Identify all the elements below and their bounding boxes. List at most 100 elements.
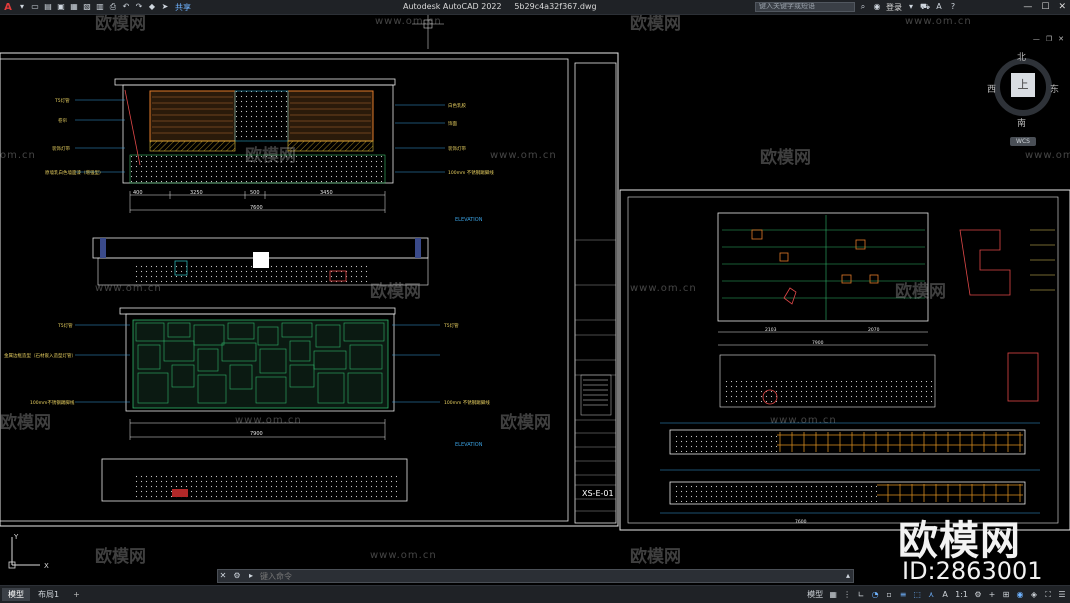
menu-icon[interactable]: ☰ xyxy=(1058,590,1066,599)
status-bar: 模型 布局1 + 模型 ▦ ⋮ ∟ ◔ ▫ ≡ ⬚ ⋏ A 1:1 ⚙ + ⊞ … xyxy=(0,585,1070,603)
elevation-label: ELEVATION xyxy=(455,217,483,223)
command-line: ✕ ⚙ ▸ ▴ xyxy=(217,569,854,583)
window-title: Autodesk AutoCAD 2022 5b29c4a32f367.dwg xyxy=(403,0,597,14)
window-controls: — ☐ ✕ xyxy=(1023,0,1066,14)
chevron-up-icon[interactable]: ▴ xyxy=(843,571,853,581)
share-icon[interactable]: ➤ xyxy=(160,2,170,12)
plot-icon[interactable]: ▥ xyxy=(95,2,105,12)
open-icon[interactable]: ▤ xyxy=(43,2,53,12)
drawing-canvas[interactable]: XS-E-01 400 3250 500 3450 7600 T5灯管 卷帘 装… xyxy=(0,15,1070,585)
close-icon[interactable]: ✕ xyxy=(1058,35,1064,43)
watermark-url: www.om.cn xyxy=(1025,150,1070,161)
note-text: 装饰灯带 xyxy=(52,145,70,152)
user-icon[interactable]: ◉ xyxy=(872,2,882,12)
note-text: T5灯管 xyxy=(443,322,459,329)
osnap-icon[interactable]: ▫ xyxy=(885,590,893,599)
note-text: T5灯管 xyxy=(57,322,73,329)
compass-west[interactable]: 西 xyxy=(987,82,996,95)
publish-icon[interactable]: ▧ xyxy=(82,2,92,12)
maximize-icon[interactable]: ☐ xyxy=(1041,2,1049,12)
print-icon[interactable]: ⎙ xyxy=(108,2,118,12)
app-title: Autodesk AutoCAD 2022 xyxy=(403,2,502,11)
isolate-objects-icon[interactable]: ◈ xyxy=(1030,590,1038,599)
watermark-id: ID:2863001 xyxy=(902,557,1043,585)
watermark-brand: 欧模网 xyxy=(370,282,421,302)
annotation-scale-icon[interactable]: A xyxy=(941,590,949,599)
lineweight-icon[interactable]: ≡ xyxy=(899,590,907,599)
close-icon[interactable]: ✕ xyxy=(218,571,228,581)
new-icon[interactable]: ▭ xyxy=(30,2,40,12)
dim-text: 3450 xyxy=(320,190,333,196)
close-icon[interactable]: ✕ xyxy=(1058,2,1066,12)
ortho-icon[interactable]: ∟ xyxy=(857,590,865,599)
viewcube-top-face[interactable]: 上 xyxy=(1011,73,1035,97)
saveas-icon[interactable]: ▦ xyxy=(69,2,79,12)
note-text: 金属边框造型（石材嵌入造型灯管） xyxy=(4,352,76,359)
fullscreen-icon[interactable]: ⛶ xyxy=(1044,590,1052,600)
snap-icon[interactable]: ⋮ xyxy=(843,590,851,599)
ucs-icon: Y X xyxy=(8,533,49,570)
watermark-brand: 欧模网 xyxy=(500,413,551,433)
watermark-brand: 欧模网 xyxy=(895,282,946,302)
watermark-brand: 欧模网 xyxy=(630,547,681,567)
autodesk-app-icon[interactable]: A xyxy=(934,2,944,12)
restore-icon[interactable]: ❐ xyxy=(1046,35,1052,43)
watermark-brand: 欧模网 xyxy=(245,146,296,166)
minimize-icon[interactable]: — xyxy=(1023,2,1032,12)
search-icon[interactable]: ⌕ xyxy=(858,2,868,12)
note-text: 卷帘 xyxy=(58,117,67,124)
app-menu-chevron-icon[interactable]: ▾ xyxy=(17,2,27,12)
login-button[interactable]: 登录 xyxy=(886,2,902,13)
add-layout-button[interactable]: + xyxy=(67,589,86,600)
note-text: T5灯管 xyxy=(54,97,70,104)
title-bar: A ▾ ▭ ▤ ▣ ▦ ▧ ▥ ⎙ ↶ ↷ ◆ ➤ 共享 Autodesk Au… xyxy=(0,0,1070,15)
title-right-tools: ⌕ ◉ 登录 ▾ ⛟ A ? xyxy=(858,0,958,14)
watermark-url: www.om.cn xyxy=(490,150,557,161)
redo-icon[interactable]: ↷ xyxy=(134,2,144,12)
workspace-icon[interactable]: ◆ xyxy=(147,2,157,12)
quick-properties-icon[interactable]: ◉ xyxy=(1016,590,1024,599)
annotation-scale-value[interactable]: 1:1 xyxy=(955,590,968,599)
minimize-icon[interactable]: — xyxy=(1033,35,1040,43)
gear-icon[interactable]: ⚙ xyxy=(974,590,982,599)
note-text: 100mm 不锈钢踢脚线 xyxy=(448,169,494,176)
share-button[interactable]: 共享 xyxy=(175,2,191,13)
drawing-window-controls: — ❐ ✕ xyxy=(1033,35,1064,43)
watermark-url: www.om.cn xyxy=(770,415,837,426)
note-text: 装饰灯带 xyxy=(448,145,466,152)
selection-cycling-icon[interactable]: ⬚ xyxy=(913,590,921,599)
compass-south[interactable]: 南 xyxy=(1017,116,1026,129)
autocad-logo-icon[interactable]: A xyxy=(2,2,14,13)
customize-icon[interactable]: ⚙ xyxy=(232,571,242,581)
model-space-toggle[interactable]: 模型 xyxy=(807,589,823,600)
watermark-brand: 欧模网 xyxy=(0,413,51,433)
help-icon[interactable]: ? xyxy=(948,2,958,12)
viewcube[interactable]: 上 北 南 西 东 xyxy=(985,50,1061,130)
annotation-visibility-icon[interactable]: ⋏ xyxy=(927,590,935,599)
watermark-brand: 欧模网 xyxy=(630,15,681,34)
plus-icon[interactable]: + xyxy=(988,590,996,599)
watermark-brand: 欧模网 xyxy=(95,15,146,34)
watermark-brand: 欧模网 xyxy=(95,547,146,567)
polar-icon[interactable]: ◔ xyxy=(871,590,879,599)
chevron-down-icon[interactable]: ▾ xyxy=(906,2,916,12)
note-text: 100mm 不锈钢踢脚线 xyxy=(444,399,490,406)
units-icon[interactable]: ⊞ xyxy=(1002,590,1010,599)
dim-text: 7600 xyxy=(795,519,807,525)
watermark-brand: 欧模网 xyxy=(760,148,811,168)
dim-text: 3250 xyxy=(190,190,203,196)
search-input[interactable] xyxy=(755,2,855,12)
command-prompt-icon[interactable]: ▸ xyxy=(246,571,256,581)
watermark-url: www.om.cn xyxy=(95,283,162,294)
note-text: 100mm不锈钢踢脚线 xyxy=(30,399,75,406)
compass-east[interactable]: 东 xyxy=(1050,82,1059,95)
cart-icon[interactable]: ⛟ xyxy=(920,2,930,12)
tab-layout1[interactable]: 布局1 xyxy=(32,588,65,601)
grid-icon[interactable]: ▦ xyxy=(829,590,837,599)
undo-icon[interactable]: ↶ xyxy=(121,2,131,12)
command-input[interactable] xyxy=(260,571,839,581)
tab-model[interactable]: 模型 xyxy=(2,588,30,601)
compass-north[interactable]: 北 xyxy=(1017,50,1026,63)
wcs-menu[interactable]: WCS xyxy=(1010,137,1036,146)
save-icon[interactable]: ▣ xyxy=(56,2,66,12)
